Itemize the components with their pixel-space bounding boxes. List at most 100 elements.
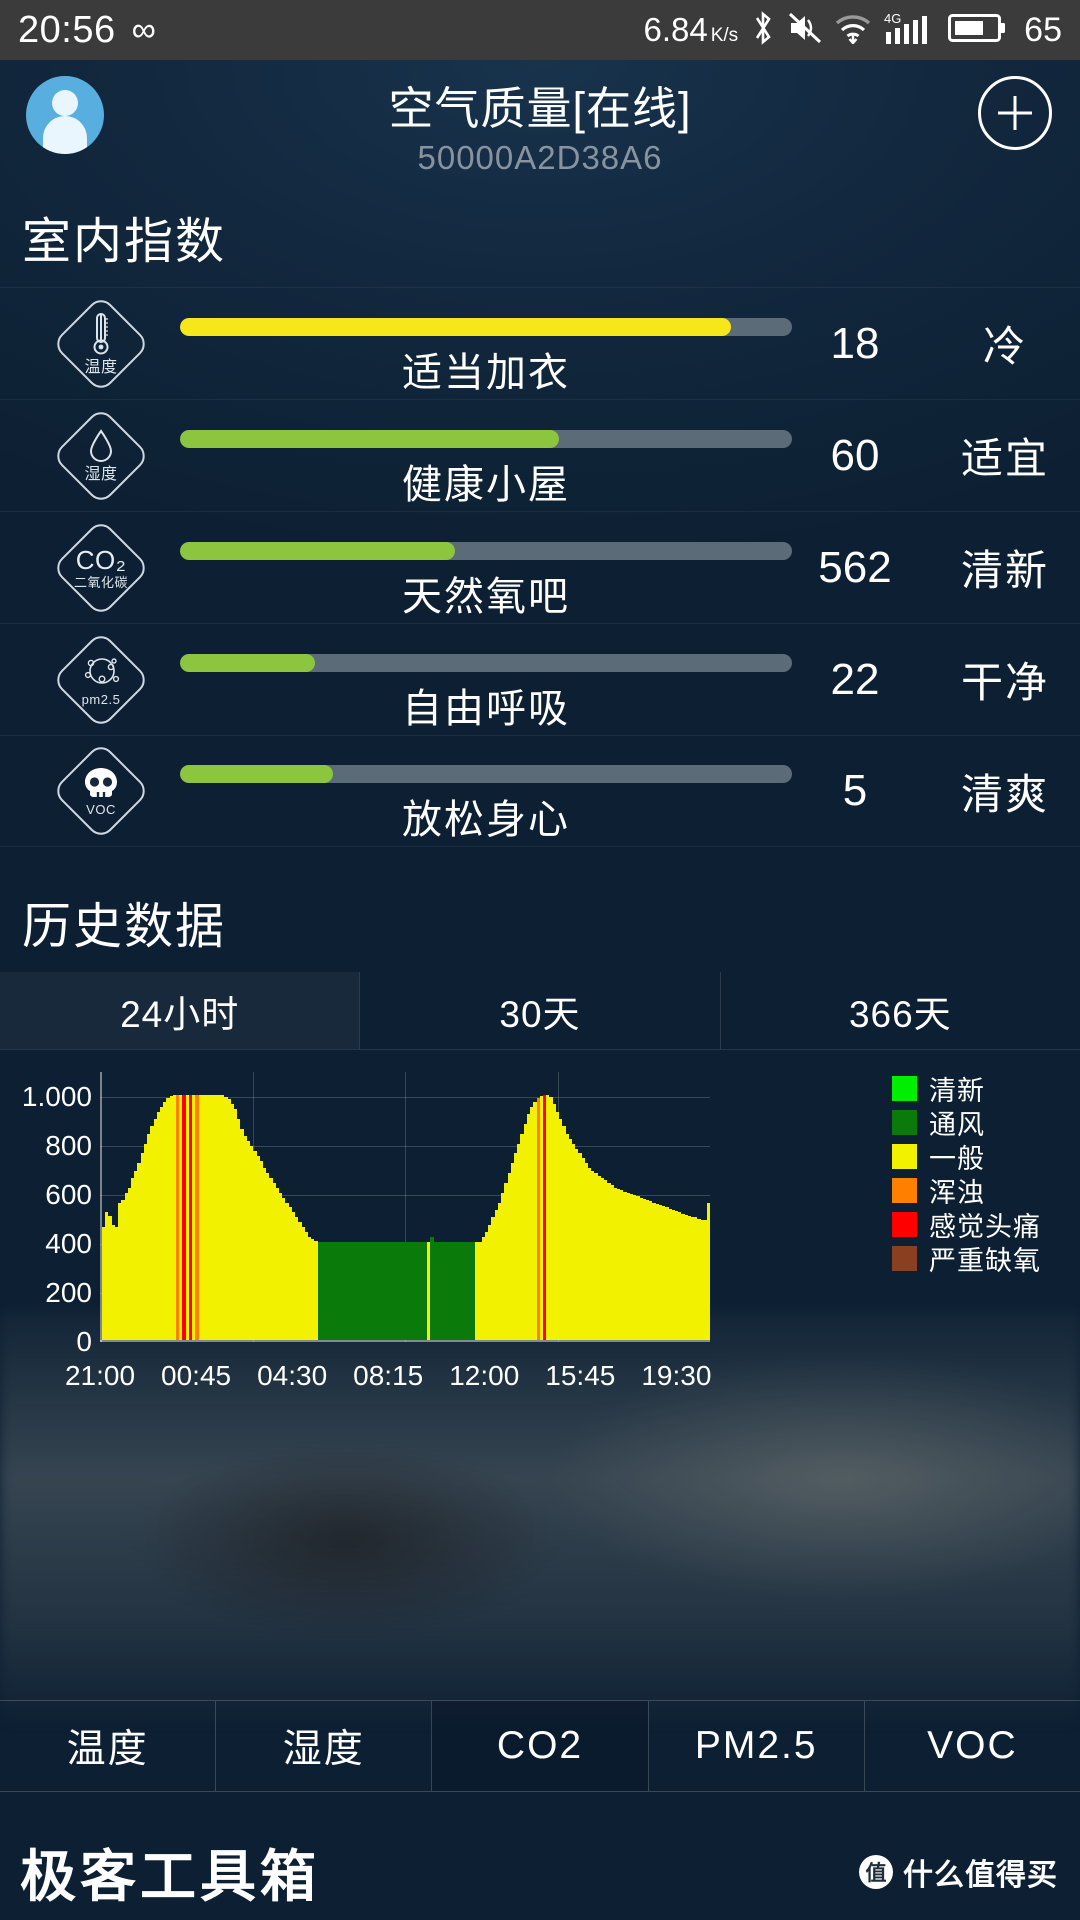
header-text: 空气质量[在线] 50000A2D38A6: [0, 60, 1080, 177]
metric-tab-label: 温度: [66, 1728, 149, 1771]
chart-legend-swatch: [892, 1109, 917, 1135]
pm25-progress-fill: [180, 653, 315, 672]
co2-status: 清新: [960, 547, 1049, 594]
thermometer-icon: 温度: [51, 294, 151, 393]
metric-tab-2[interactable]: CO2: [431, 1701, 648, 1791]
chart-legend-item-4: 感觉头痛: [892, 1208, 1041, 1242]
co2-progress: [180, 541, 792, 560]
chart-y-tick: 200: [45, 1276, 92, 1308]
badge-caption: 温度: [84, 359, 118, 376]
indoor-row-co2[interactable]: CO₂ 二氧化碳 天然氧吧 562 清新: [0, 511, 1080, 623]
voc-bar-wrap: 放松身心: [180, 735, 792, 847]
temperature-progress: [180, 317, 792, 336]
particles-glyph: [84, 657, 120, 684]
chart-legend-swatch: [892, 1075, 917, 1101]
chart-y-axis-labels: 0 200 400 600 800 1.000: [0, 1058, 92, 1357]
infinity-icon: ∞: [131, 10, 156, 49]
wifi-icon: [834, 12, 872, 49]
history-tab-2[interactable]: 366天: [719, 972, 1080, 1049]
chart-legend-swatch: [892, 1245, 917, 1271]
chart-bar: [707, 1202, 711, 1340]
chart-x-tick: 00:45: [161, 1360, 232, 1391]
metric-tab-3[interactable]: PM2.5: [647, 1701, 864, 1791]
pm25-status: 干净: [960, 659, 1049, 706]
voc-progress-fill: [180, 765, 333, 783]
watermark: 值 什么值得买: [859, 1850, 1058, 1894]
metric-tab-label: CO2: [496, 1724, 584, 1767]
badge-inner: pm2.5: [78, 654, 124, 706]
metric-tab-1[interactable]: 湿度: [215, 1701, 431, 1791]
chart-legend-item-0: 清新: [892, 1072, 1041, 1106]
footer: 极客工具箱 值 什么值得买: [0, 1812, 1080, 1920]
app-root: 空气质量[在线] 50000A2D38A6 室内指数 温度 适当加衣 18 冷 …: [0, 60, 1080, 1920]
status-bar-left: 20:56 ∞: [18, 9, 156, 52]
svg-text:4G: 4G: [884, 11, 901, 26]
skull-glyph: [85, 768, 117, 797]
temperature-progress-fill: [180, 317, 731, 336]
history-tab-label: 30天: [499, 993, 581, 1035]
history-tab-0[interactable]: 24小时: [0, 972, 360, 1049]
metric-tab-label: VOC: [927, 1724, 1018, 1767]
add-device-button[interactable]: [978, 76, 1052, 150]
history-chart: 0 200 400 600 800 1.000 21:00 00:45 04:30 08:15 1…: [0, 1058, 1080, 1391]
voc-value: 5: [842, 766, 868, 815]
humidity-progress-fill: [180, 429, 560, 448]
chart-legend-swatch: [892, 1177, 917, 1203]
bluetooth-icon: [750, 9, 776, 52]
chart-x-tick: 21:00: [64, 1360, 136, 1391]
history-tab-label: 24小时: [120, 993, 240, 1035]
indoor-row-humidity[interactable]: 湿度 健康小屋 60 适宜: [0, 399, 1080, 511]
chart-y-tick: 800: [45, 1129, 92, 1161]
temperature-bar-wrap: 适当加衣: [180, 288, 792, 400]
avatar-body: [43, 116, 87, 154]
metric-tab-4[interactable]: VOC: [863, 1701, 1080, 1791]
indoor-row-temperature[interactable]: 温度 适当加衣 18 冷: [0, 287, 1080, 399]
metric-tab-label: PM2.5: [694, 1724, 818, 1767]
temperature-status: 冷: [982, 323, 1027, 370]
badge-caption: VOC: [86, 802, 116, 817]
co2-value: 562: [818, 542, 892, 592]
chart-legend-item-2: 一般: [892, 1140, 1041, 1174]
temperature-value: 18: [830, 318, 880, 368]
indoor-row-pm25[interactable]: pm2.5 自由呼吸 22 干净: [0, 623, 1080, 735]
chart-plot-area: [100, 1072, 711, 1342]
co2-formula: CO₂: [75, 544, 127, 575]
status-bar-right: 6.84 K/s 4G 65: [643, 9, 1062, 52]
page-title: 空气质量[在线]: [388, 83, 692, 134]
status-bar: 20:56 ∞ 6.84 K/s 4G 65: [0, 0, 1080, 60]
app-brand-label: 极客工具箱: [20, 1845, 320, 1908]
metric-tabs: 温度 湿度 CO2 PM2.5 VOC: [0, 1700, 1080, 1792]
chart-x-tick: 15:45: [545, 1360, 616, 1391]
voc-advice: 放松身心: [402, 798, 570, 842]
indoor-row-voc[interactable]: VOC 放松身心 5 清爽: [0, 735, 1080, 847]
badge-caption: pm2.5: [81, 691, 121, 707]
history-tab-label: 366天: [848, 993, 952, 1035]
mute-icon: [788, 12, 822, 49]
chart-legend-label: 严重缺氧: [929, 1245, 1041, 1276]
humidity-advice: 健康小屋: [402, 462, 570, 507]
indoor-index-list: 温度 适当加衣 18 冷 湿度 健康小屋 60 适宜 CO₂ 二氧化碳 天然氧吧…: [0, 287, 1080, 847]
avatar[interactable]: [26, 76, 104, 154]
badge-inner: 湿度: [84, 428, 117, 483]
chart-y-tick: 0: [76, 1326, 92, 1357]
pm25-advice: 自由呼吸: [402, 686, 570, 731]
pm25-bar-wrap: 自由呼吸: [180, 624, 792, 736]
water-drop-icon: 湿度: [51, 406, 151, 505]
chart-x-tick: 04:30: [257, 1360, 328, 1391]
history-section-title: 历史数据: [22, 900, 227, 954]
chart-x-axis-labels: 21:00 00:45 04:30 08:15 12:00 15:45 19:30: [0, 1360, 760, 1400]
chart-legend-item-3: 浑浊: [892, 1174, 1041, 1208]
skull-icon: VOC: [51, 741, 151, 841]
network-speed-label: 6.84 K/s: [643, 11, 739, 48]
humidity-status: 适宜: [960, 435, 1049, 482]
water-drop-glyph: [89, 429, 112, 462]
app-header: 空气质量[在线] 50000A2D38A6: [0, 60, 1080, 180]
battery-icon: [948, 12, 1006, 49]
pm25-value: 22: [830, 654, 880, 704]
history-section: 历史数据 24小时 30天 366天 0 200 400 600 800 1.000 21:0…: [0, 865, 1080, 1391]
chart-x-tick: 08:15: [353, 1360, 424, 1391]
co2-progress-fill: [180, 541, 456, 560]
co2-bar-wrap: 天然氧吧: [180, 512, 792, 624]
metric-tab-0[interactable]: 温度: [0, 1701, 215, 1791]
history-tab-1[interactable]: 30天: [359, 972, 719, 1049]
